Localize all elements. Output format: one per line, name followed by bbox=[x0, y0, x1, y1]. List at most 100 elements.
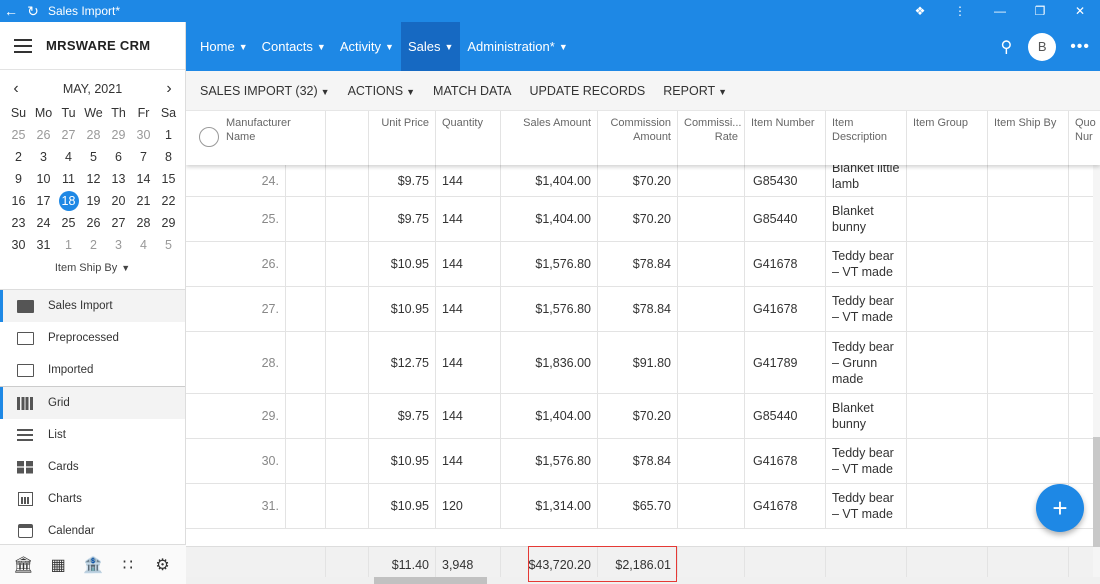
refresh-icon[interactable]: ↻ bbox=[22, 0, 44, 22]
calendar-day[interactable]: 30 bbox=[6, 234, 31, 256]
calendar-day[interactable]: 27 bbox=[106, 212, 131, 234]
close-button[interactable]: ✕ bbox=[1060, 0, 1100, 22]
table-row[interactable]: 24. $9.75 144 $1,404.00 $70.20 G85430 Blanket … bbox=[186, 165, 1100, 197]
table-row[interactable]: 29. $9.75 144 $1,404.00 $70.20 G85440 Blanket b… bbox=[186, 394, 1100, 439]
match-data-button[interactable]: MATCH DATA bbox=[433, 84, 511, 98]
calendar-day-today[interactable]: 18 bbox=[56, 190, 81, 212]
calendar-day[interactable]: 26 bbox=[31, 124, 56, 146]
calendar-day[interactable]: 6 bbox=[106, 146, 131, 168]
calendar-day[interactable]: 29 bbox=[106, 124, 131, 146]
horizontal-scrollbar[interactable] bbox=[186, 577, 1100, 584]
calendar-day[interactable]: 31 bbox=[31, 234, 56, 256]
office-icon[interactable]: ▦ bbox=[47, 555, 69, 575]
calendar-day[interactable]: 24 bbox=[31, 212, 56, 234]
nav-menu-contacts[interactable]: Contacts ▼ bbox=[255, 22, 333, 71]
header-manufacturer[interactable]: Manufacturer Name bbox=[220, 111, 326, 165]
calendar-day[interactable]: 25 bbox=[56, 212, 81, 234]
calendar-day[interactable]: 2 bbox=[6, 146, 31, 168]
bank-icon[interactable]: 🏦 bbox=[82, 555, 104, 575]
apps-icon[interactable]: ∷ bbox=[117, 555, 139, 575]
minimize-button[interactable]: — bbox=[980, 0, 1020, 22]
calendar-day[interactable]: 15 bbox=[156, 168, 181, 190]
report-dropdown[interactable]: REPORT ▼ bbox=[663, 84, 727, 98]
calendar-day[interactable]: 17 bbox=[31, 190, 56, 212]
header-item-group[interactable]: Item Group bbox=[907, 111, 988, 165]
extensions-icon[interactable]: ❖ bbox=[900, 0, 940, 22]
more-vertical-icon[interactable]: ⋮ bbox=[940, 0, 980, 22]
calendar-day[interactable]: 13 bbox=[106, 168, 131, 190]
sidebar-view-cards[interactable]: Cards bbox=[0, 451, 185, 483]
table-row[interactable]: 30. $10.95 144 $1,576.80 $78.84 G41678 Teddy b… bbox=[186, 439, 1100, 484]
vertical-scroll-thumb[interactable] bbox=[1093, 437, 1100, 547]
table-row[interactable]: 25. $9.75 144 $1,404.00 $70.20 G85440 Blanket b… bbox=[186, 197, 1100, 242]
calendar-day[interactable]: 5 bbox=[156, 234, 181, 256]
header-commission-amount[interactable]: Commission Amount bbox=[598, 111, 678, 165]
more-horizontal-icon[interactable]: ••• bbox=[1070, 38, 1090, 56]
calendar-day[interactable]: 8 bbox=[156, 146, 181, 168]
calendar-day[interactable]: 12 bbox=[81, 168, 106, 190]
prev-month-icon[interactable]: ‹ bbox=[8, 80, 24, 98]
sidebar-folder-sales-import[interactable]: Sales Import bbox=[0, 290, 185, 322]
search-icon[interactable]: ⚲ bbox=[1000, 37, 1012, 57]
calendar-day[interactable]: 26 bbox=[81, 212, 106, 234]
sidebar-view-charts[interactable]: Charts bbox=[0, 483, 185, 515]
calendar-day[interactable]: 3 bbox=[106, 234, 131, 256]
sidebar-view-calendar[interactable]: Calendar bbox=[0, 515, 185, 547]
calendar-day[interactable]: 30 bbox=[131, 124, 156, 146]
avatar[interactable]: B bbox=[1028, 32, 1057, 61]
nav-menu-activity[interactable]: Activity ▼ bbox=[333, 22, 401, 71]
calendar-day[interactable]: 27 bbox=[56, 124, 81, 146]
actions-dropdown[interactable]: ACTIONS ▼ bbox=[348, 84, 415, 98]
calendar-day[interactable]: 2 bbox=[81, 234, 106, 256]
header-item-description[interactable]: Item Description bbox=[826, 111, 907, 165]
calendar-day[interactable]: 21 bbox=[131, 190, 156, 212]
horizontal-scroll-thumb[interactable] bbox=[374, 577, 487, 584]
table-row[interactable]: 27. $10.95 144 $1,576.80 $78.84 G41678 Teddy b… bbox=[186, 287, 1100, 332]
select-all-checkbox[interactable] bbox=[199, 127, 219, 147]
header-item-number[interactable]: Item Number bbox=[745, 111, 826, 165]
hamburger-menu-icon[interactable] bbox=[14, 38, 32, 53]
nav-menu-sales[interactable]: Sales ▼ bbox=[400, 22, 461, 71]
calendar-day[interactable]: 28 bbox=[81, 124, 106, 146]
header-unit-price[interactable]: Unit Price bbox=[369, 111, 436, 165]
calendar-day[interactable]: 11 bbox=[56, 168, 81, 190]
sales-import-dropdown[interactable]: SALES IMPORT (32) ▼ bbox=[200, 84, 330, 98]
table-row[interactable]: 28. $12.75 144 $1,836.00 $91.80 G41789 Teddy b… bbox=[186, 332, 1100, 394]
vertical-scrollbar[interactable] bbox=[1093, 165, 1100, 577]
restore-button[interactable]: ❐ bbox=[1020, 0, 1060, 22]
calendar-day[interactable]: 28 bbox=[131, 212, 156, 234]
calendar-day[interactable]: 5 bbox=[81, 146, 106, 168]
calendar-day[interactable]: 19 bbox=[81, 190, 106, 212]
sidebar-view-grid[interactable]: Grid bbox=[0, 387, 185, 419]
header-quantity-number[interactable]: Quo Nur bbox=[1069, 111, 1099, 165]
calendar-day[interactable]: 14 bbox=[131, 168, 156, 190]
calendar-day[interactable]: 20 bbox=[106, 190, 131, 212]
table-row[interactable]: 26. $10.95 144 $1,576.80 $78.84 G41678 Teddy b… bbox=[186, 242, 1100, 287]
nav-menu-administration[interactable]: Administration* ▼ bbox=[460, 22, 574, 71]
calendar-day[interactable]: 10 bbox=[31, 168, 56, 190]
sidebar-folder-imported[interactable]: Imported bbox=[0, 354, 185, 386]
nav-menu-home[interactable]: Home ▼ bbox=[186, 22, 255, 71]
calendar-filter-dropdown[interactable]: Item Ship By ▼ bbox=[6, 262, 179, 274]
update-records-button[interactable]: UPDATE RECORDS bbox=[530, 84, 646, 98]
header-commission-rate[interactable]: Commissi... Rate bbox=[678, 111, 745, 165]
calendar-day[interactable]: 4 bbox=[131, 234, 156, 256]
calendar-day[interactable]: 7 bbox=[131, 146, 156, 168]
next-month-icon[interactable]: › bbox=[161, 80, 177, 98]
calendar-day[interactable]: 1 bbox=[56, 234, 81, 256]
calendar-day[interactable]: 4 bbox=[56, 146, 81, 168]
header-quantity[interactable]: Quantity bbox=[436, 111, 501, 165]
settings-icon[interactable]: ⚙ bbox=[152, 555, 174, 575]
back-arrow-icon[interactable]: ← bbox=[0, 0, 22, 22]
calendar-day[interactable]: 23 bbox=[6, 212, 31, 234]
calendar-day[interactable]: 25 bbox=[6, 124, 31, 146]
sidebar-folder-preprocessed[interactable]: Preprocessed bbox=[0, 322, 185, 354]
add-record-button[interactable]: + bbox=[1036, 484, 1084, 532]
calendar-day[interactable]: 16 bbox=[6, 190, 31, 212]
building-icon[interactable]: 🏛 bbox=[12, 555, 34, 575]
calendar-day[interactable]: 22 bbox=[156, 190, 181, 212]
table-row[interactable]: 31. $10.95 120 $1,314.00 $65.70 G41678 Teddy b… bbox=[186, 484, 1100, 529]
sidebar-view-list[interactable]: List bbox=[0, 419, 185, 451]
calendar-day[interactable]: 9 bbox=[6, 168, 31, 190]
header-sales-amount[interactable]: Sales Amount bbox=[501, 111, 598, 165]
